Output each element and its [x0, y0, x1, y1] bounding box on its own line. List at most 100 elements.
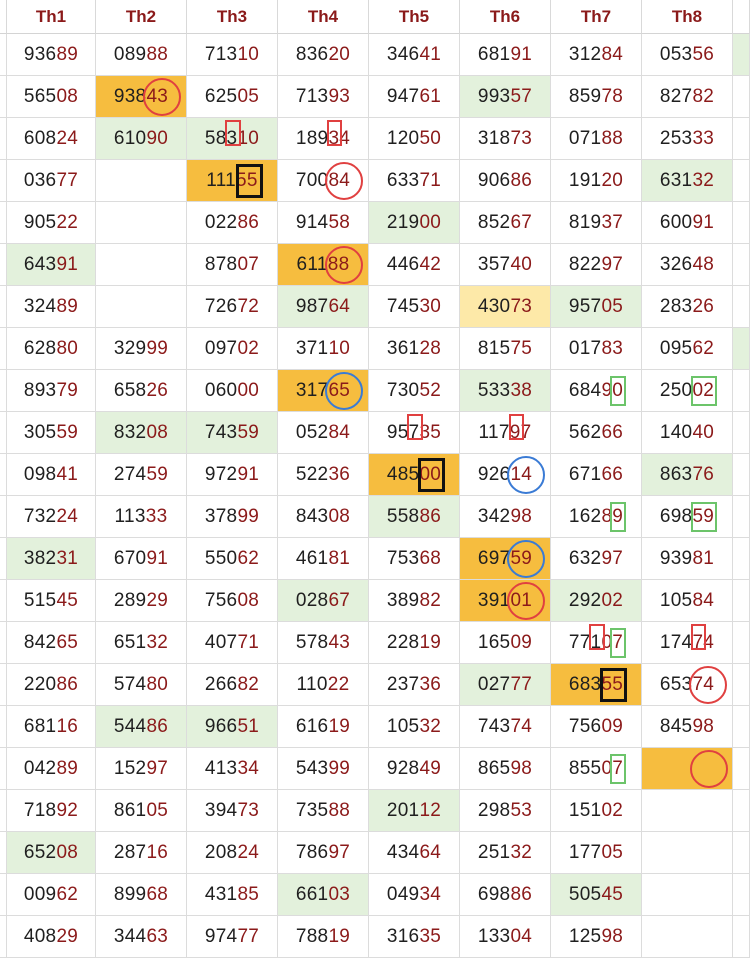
row-edge-right [733, 370, 750, 412]
result-cell: 391 01 [460, 580, 551, 622]
result-cell: 632 97 [551, 538, 642, 580]
result-cell: 049 34 [369, 874, 460, 916]
result-cell: 928 49 [369, 748, 460, 790]
result-cell: 305 59 [7, 412, 96, 454]
result-cell: 735 88 [278, 790, 369, 832]
result-cell: 700 84 [278, 160, 369, 202]
row-edge-right [733, 706, 750, 748]
result-cell: 431 85 [187, 874, 278, 916]
result-cell: 125 98 [551, 916, 642, 958]
result-cell [642, 832, 733, 874]
row-edge-right [733, 412, 750, 454]
result-cell: 671 66 [551, 454, 642, 496]
row-edge-left [0, 160, 7, 202]
result-cell: 651 32 [96, 622, 187, 664]
result-cell: 151 02 [551, 790, 642, 832]
result-cell: 987 64 [278, 286, 369, 328]
row-edge-left [0, 244, 7, 286]
result-cell: 574 80 [96, 664, 187, 706]
result-cell: 361 28 [369, 328, 460, 370]
result-cell: 098 41 [7, 454, 96, 496]
result-cell: 485 00 [369, 454, 460, 496]
row-edge-right [733, 874, 750, 916]
result-cell: 189 34 [278, 118, 369, 160]
result-cell: 653 74 [642, 664, 733, 706]
result-cell [96, 202, 187, 244]
result-cell: 681 16 [7, 706, 96, 748]
result-cell: 683 55 [551, 664, 642, 706]
result-cell: 926 14 [460, 454, 551, 496]
result-cell: 382 31 [7, 538, 96, 580]
result-cell [642, 748, 733, 790]
row-edge-right [733, 496, 750, 538]
result-cell: 283 26 [642, 286, 733, 328]
row-edge-right [733, 244, 750, 286]
result-cell: 899 68 [96, 874, 187, 916]
result-cell: 110 22 [278, 664, 369, 706]
result-cell: 371 10 [278, 328, 369, 370]
result-cell: 413 34 [187, 748, 278, 790]
column-header: Th4 [278, 0, 369, 34]
result-cell: 505 45 [551, 874, 642, 916]
result-cell: 522 36 [278, 454, 369, 496]
result-cell: 845 98 [642, 706, 733, 748]
result-cell: 698 59 [642, 496, 733, 538]
result-cell: 533 38 [460, 370, 551, 412]
result-cell: 684 90 [551, 370, 642, 412]
result-cell: 027 77 [460, 664, 551, 706]
row-edge-right [733, 160, 750, 202]
result-cell: 316 35 [369, 916, 460, 958]
column-header: Th3 [187, 0, 278, 34]
row-edge-left [0, 538, 7, 580]
result-cell: 165 09 [460, 622, 551, 664]
result-cell: 743 59 [187, 412, 278, 454]
result-cell: 756 09 [551, 706, 642, 748]
result-cell [642, 874, 733, 916]
result-cell: 317 65 [278, 370, 369, 412]
result-cell: 578 43 [278, 622, 369, 664]
result-cell: 562 66 [551, 412, 642, 454]
result-cell: 515 45 [7, 580, 96, 622]
header-spacer [0, 0, 7, 34]
result-cell: 583 10 [187, 118, 278, 160]
row-edge-left [0, 874, 7, 916]
result-cell: 865 98 [460, 748, 551, 790]
row-edge-right [733, 34, 750, 76]
row-edge-right [733, 790, 750, 832]
result-cell: 208 24 [187, 832, 278, 874]
result-cell: 543 99 [278, 748, 369, 790]
result-cell: 177 05 [551, 832, 642, 874]
row-edge-right [733, 664, 750, 706]
row-edge-right [733, 118, 750, 160]
result-cell: 060 00 [187, 370, 278, 412]
result-cell: 022 86 [187, 202, 278, 244]
row-edge-left [0, 706, 7, 748]
result-cell: 993 57 [460, 76, 551, 118]
result-cell: 408 29 [7, 916, 96, 958]
result-cell: 633 71 [369, 160, 460, 202]
row-edge-right [733, 454, 750, 496]
result-cell: 905 22 [7, 202, 96, 244]
lottery-results-table: Th1 Th2 Th3 Th4 Th5 Th6 Th7 Th8 936 89 089 88 713 10 8… [0, 0, 750, 968]
row-edge-left [0, 832, 7, 874]
result-cell: 544 86 [96, 706, 187, 748]
result-cell: 661 03 [278, 874, 369, 916]
result-cell: 228 19 [369, 622, 460, 664]
result-cell: 631 32 [642, 160, 733, 202]
result-cell: 827 82 [642, 76, 733, 118]
result-cell [642, 916, 733, 958]
result-cell: 326 48 [642, 244, 733, 286]
result-cell: 822 97 [551, 244, 642, 286]
column-header: Th5 [369, 0, 460, 34]
row-edge-right [733, 580, 750, 622]
result-cell: 843 08 [278, 496, 369, 538]
result-cell: 071 88 [551, 118, 642, 160]
result-cell: 819 37 [551, 202, 642, 244]
row-edge-left [0, 748, 7, 790]
result-cell: 753 68 [369, 538, 460, 580]
result-cell: 972 91 [187, 454, 278, 496]
result-cell: 713 10 [187, 34, 278, 76]
result-cell: 550 62 [187, 538, 278, 580]
row-edge-right [733, 916, 750, 958]
row-edge-left [0, 454, 7, 496]
